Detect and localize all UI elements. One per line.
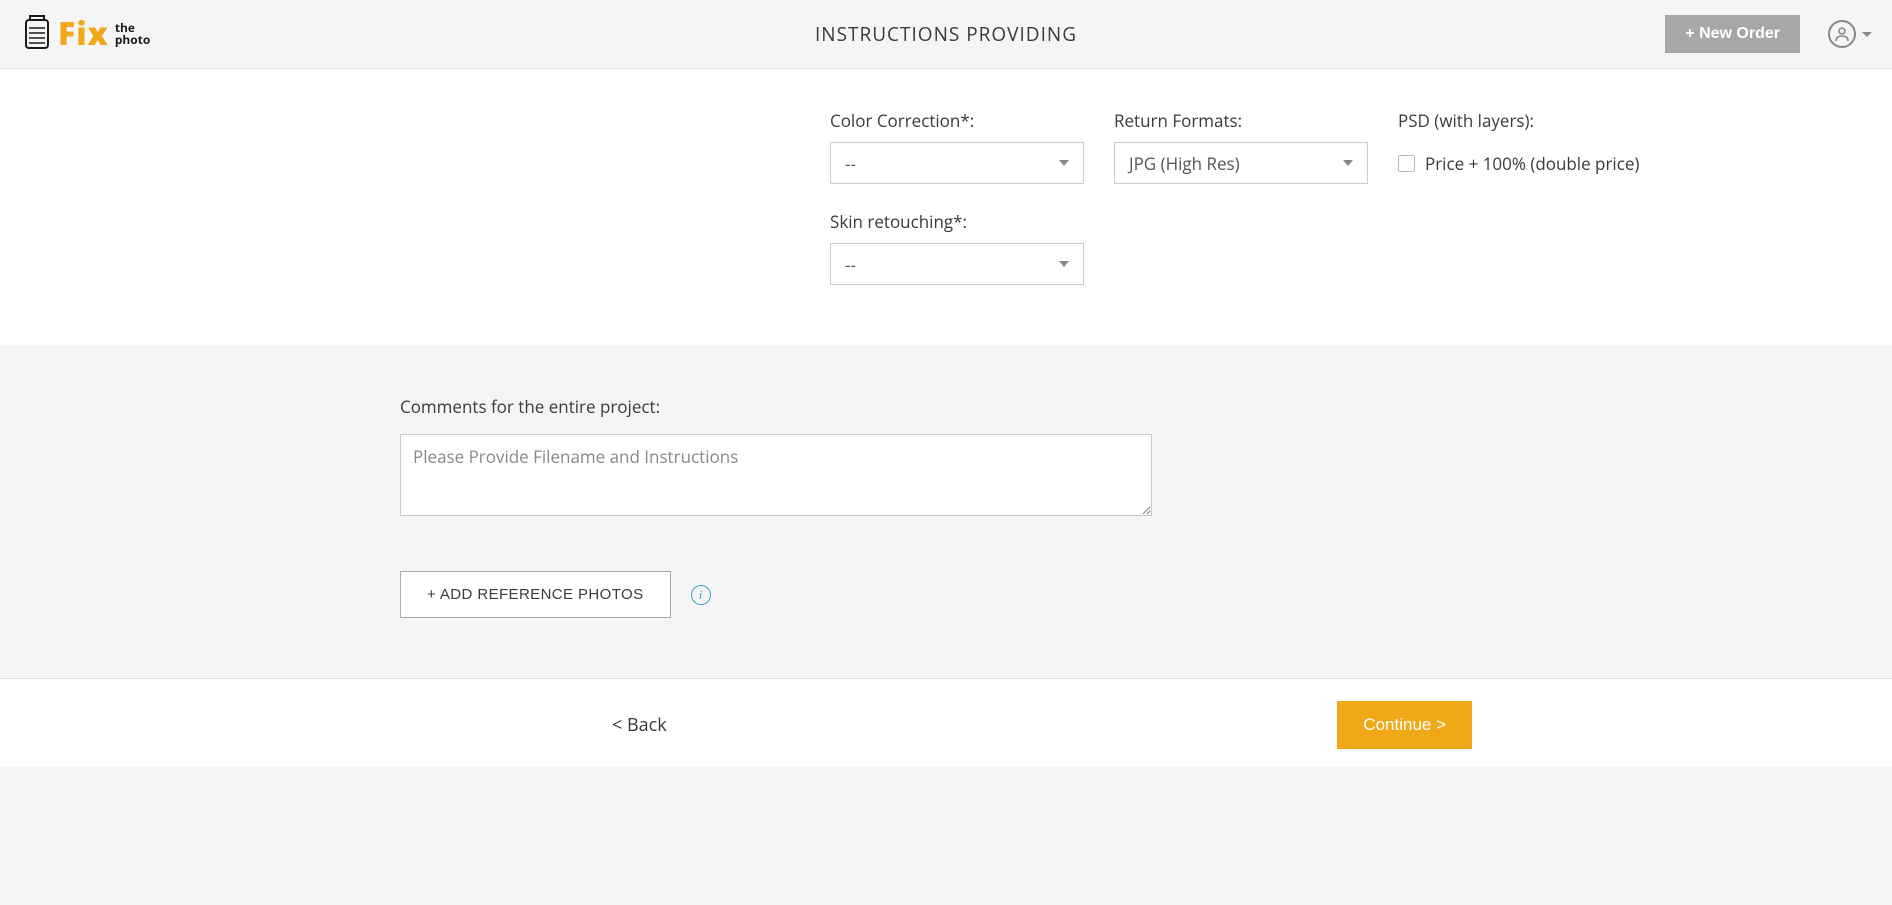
new-order-button[interactable]: + New Order [1665,15,1800,53]
profile-menu[interactable] [1828,20,1872,48]
color-correction-select[interactable]: -- [830,142,1084,184]
logo[interactable]: Fix the photo [20,14,150,54]
color-correction-label: Color Correction*: [830,109,1084,132]
psd-label: PSD (with layers): [1398,109,1639,132]
skin-retouching-field: Skin retouching*: -- [830,210,1084,285]
comments-section: Comments for the entire project: + ADD R… [0,345,1892,678]
page-title: INSTRUCTIONS PROVIDING [815,21,1077,47]
back-link[interactable]: < Back [612,713,667,737]
logo-icon [20,14,54,54]
psd-checkbox[interactable] [1398,155,1415,172]
add-reference-photos-button[interactable]: + ADD REFERENCE PHOTOS [400,571,671,618]
return-formats-label: Return Formats: [1114,109,1368,132]
return-formats-field: Return Formats: JPG (High Res) [1114,109,1368,184]
chevron-down-icon [1059,261,1069,267]
color-correction-value: -- [845,152,856,175]
chevron-down-icon [1862,32,1872,37]
logo-text-main: Fix [58,18,109,50]
skin-retouching-label: Skin retouching*: [830,210,1084,233]
psd-checkbox-label: Price + 100% (double price) [1425,152,1639,175]
header-right: + New Order [1665,15,1872,53]
return-formats-value: JPG (High Res) [1129,152,1240,175]
skin-retouching-value: -- [845,253,856,276]
form-section: Color Correction*: -- Skin retouching*: … [0,69,1892,345]
return-formats-select[interactable]: JPG (High Res) [1114,142,1368,184]
info-icon[interactable]: i [691,585,711,605]
color-correction-field: Color Correction*: -- [830,109,1084,184]
chevron-down-icon [1343,160,1353,166]
psd-field: PSD (with layers): Price + 100% (double … [1398,109,1639,184]
comments-textarea[interactable] [400,434,1152,516]
header: Fix the photo INSTRUCTIONS PROVIDING + N… [0,0,1892,69]
chevron-down-icon [1059,160,1069,166]
footer: < Back Continue > [0,678,1892,767]
skin-retouching-select[interactable]: -- [830,243,1084,285]
logo-text-sub: the photo [115,22,151,46]
comments-label: Comments for the entire project: [400,395,1652,418]
continue-button[interactable]: Continue > [1337,701,1472,749]
avatar-icon [1828,20,1856,48]
